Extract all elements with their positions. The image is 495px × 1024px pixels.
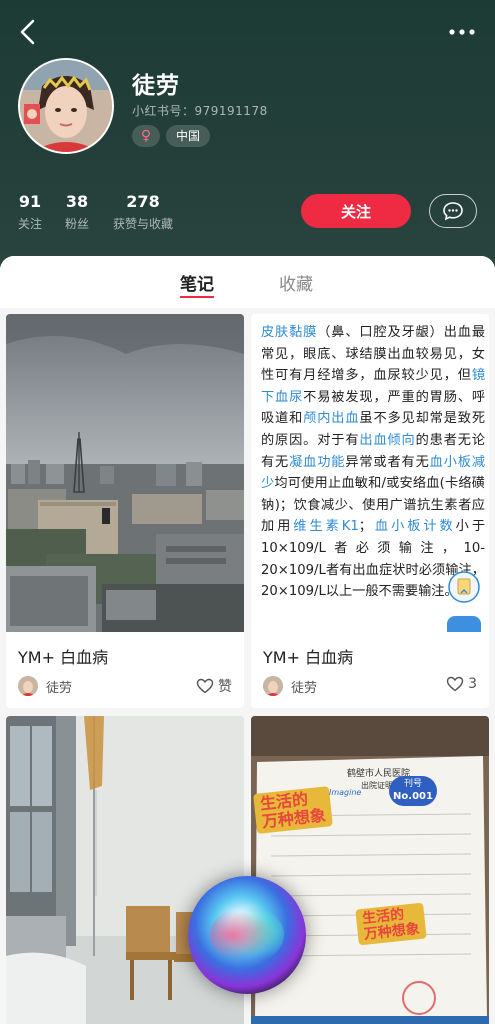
follow-button[interactable]: 关注 (301, 194, 411, 228)
bookmark-badge-icon (448, 571, 480, 603)
stat-label: 关注 (18, 217, 43, 231)
chat-icon (443, 202, 463, 221)
note-text-segment: 异常或者有无 (345, 454, 430, 470)
like-count: 3 (468, 676, 477, 692)
like-count: 赞 (218, 679, 232, 695)
badge-line: 刊号 (403, 779, 422, 789)
tab-notes[interactable]: 笔记 (180, 270, 214, 295)
profile-avatar[interactable] (18, 58, 114, 154)
sticker: 生活的 万种想象 (253, 786, 333, 834)
redbook-id: 小红书号：979191178 (132, 104, 268, 118)
female-icon: ♀ (140, 128, 152, 144)
sticker: 生活的 万种想象 (355, 902, 427, 946)
back-icon[interactable] (14, 16, 44, 48)
gender-tag: ♀ (132, 125, 160, 147)
stat-following[interactable]: 91 关注 (18, 192, 42, 232)
badge-line: No.001 (393, 791, 433, 802)
stat-number: 278 (126, 192, 160, 211)
note-card[interactable]: YM+ 白血病 徒劳 赞 (6, 314, 244, 708)
note-text-segment: ； (358, 519, 372, 535)
siri-orb-icon[interactable] (188, 876, 306, 994)
note-keyword-link[interactable]: 出血倾向 (359, 433, 415, 448)
profile-nickname: 徒劳 (132, 73, 180, 99)
note-keyword-link[interactable]: 血小板计数 (372, 519, 456, 534)
stat-likes-collects[interactable]: 278 获赞与收藏 (113, 192, 173, 232)
author-avatar (18, 676, 38, 696)
note-keyword-link[interactable]: 颅内出血 (303, 411, 359, 426)
tab-underline (180, 296, 214, 298)
issue-badge: 刊号 No.001 (389, 776, 437, 806)
stat-number: 91 (18, 192, 42, 211)
chat-button[interactable] (429, 194, 477, 228)
author-name: 徒劳 (291, 680, 318, 696)
author-avatar (263, 676, 283, 696)
note-keyword-link[interactable]: 凝血功能 (289, 455, 345, 470)
note-keyword-link[interactable]: 皮肤黏膜 (261, 325, 317, 340)
stat-label: 获赞与收藏 (113, 217, 174, 231)
author-name: 徒劳 (46, 680, 73, 696)
stat-number: 38 (65, 192, 89, 211)
sticker-line: 万种想象 (261, 805, 327, 832)
note-title: YM+ 白血病 (18, 648, 109, 667)
region-tag: 中国 (166, 125, 211, 147)
heart-icon (196, 678, 214, 694)
note-author[interactable]: 徒劳 (263, 676, 317, 696)
note-title: YM+ 白血病 (263, 648, 354, 667)
note-cover-image (6, 314, 244, 632)
heart-icon (446, 676, 464, 692)
stat-label: 粉丝 (65, 217, 90, 231)
note-card[interactable]: 皮肤黏膜（鼻、口腔及牙龈）出血最常见，眼底、球结膜出血较易见，女性可有月经增多，… (251, 314, 489, 708)
like-button[interactable]: 3 (446, 676, 477, 692)
more-options-icon[interactable] (446, 18, 478, 46)
tab-collections[interactable]: 收藏 (279, 270, 313, 295)
sticker-small-text: Imagine (329, 788, 362, 797)
floating-tab-icon (447, 616, 481, 632)
like-button[interactable]: 赞 (196, 676, 232, 696)
note-keyword-link[interactable]: 维生素K1 (293, 519, 358, 534)
tab-bar: 笔记 收藏 (0, 256, 495, 308)
top-bar (0, 0, 495, 64)
note-author[interactable]: 徒劳 (18, 676, 72, 696)
stat-followers[interactable]: 38 粉丝 (65, 192, 89, 232)
